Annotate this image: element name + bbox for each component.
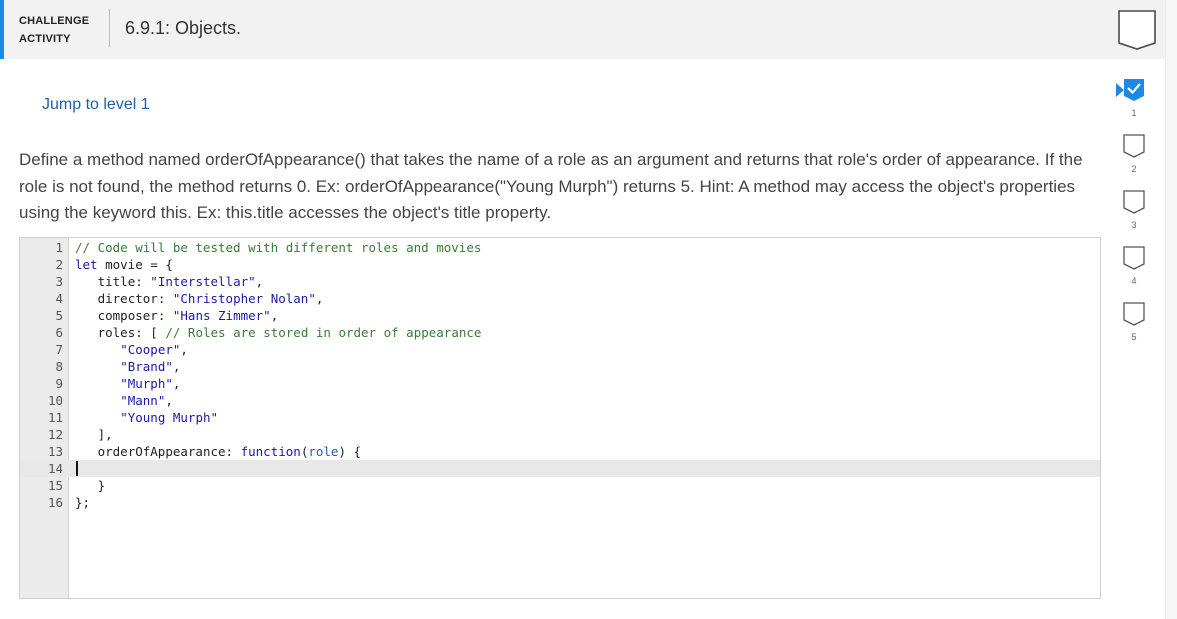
level-current-check-icon: [1124, 79, 1144, 101]
code-text[interactable]: [75, 460, 78, 477]
completion-chevron-icon: [1118, 10, 1156, 50]
line-number: 2: [55, 257, 63, 272]
code-line-14[interactable]: 14: [20, 460, 1100, 477]
code-line-1[interactable]: 1 // Code will be tested with different r…: [20, 239, 1100, 256]
code-text[interactable]: let movie = {: [75, 256, 173, 273]
code-text[interactable]: // Code will be tested with different ro…: [75, 239, 481, 256]
code-text[interactable]: "Young Murph": [75, 409, 218, 426]
right-edge: [1165, 0, 1177, 619]
level-number: 1: [1131, 108, 1137, 118]
code-line-10[interactable]: 10 "Mann",: [20, 392, 1100, 409]
code-line-7[interactable]: 7 "Cooper",: [20, 341, 1100, 358]
code-text[interactable]: "Brand",: [75, 358, 180, 375]
code-text[interactable]: };: [75, 494, 90, 511]
code-text[interactable]: roles: [ // Roles are stored in order of…: [75, 324, 482, 341]
activity-header: CHALLENGE ACTIVITY 6.9.1: Objects.: [0, 0, 1165, 59]
code-text[interactable]: "Murph",: [75, 375, 180, 392]
line-number: 10: [47, 393, 63, 408]
line-number: 14: [47, 461, 63, 476]
line-number: 15: [47, 478, 63, 493]
code-line-4[interactable]: 4 director: "Christopher Nolan",: [20, 290, 1100, 307]
code-line-15[interactable]: 15 }: [20, 477, 1100, 494]
line-number: 1: [55, 240, 63, 255]
code-editor[interactable]: 1 // Code will be tested with different r…: [19, 237, 1101, 599]
line-number: 6: [55, 325, 63, 340]
line-number: 11: [47, 410, 63, 425]
level-number: 3: [1131, 220, 1137, 230]
code-text[interactable]: title: "Interstellar",: [75, 273, 264, 290]
line-number: 4: [55, 291, 63, 306]
line-number: 7: [55, 342, 63, 357]
code-text[interactable]: "Cooper",: [75, 341, 188, 358]
jump-to-level-link[interactable]: Jump to level 1: [42, 96, 150, 114]
line-number: 16: [47, 495, 63, 510]
challenge-activity-label: CHALLENGE ACTIVITY: [19, 12, 101, 48]
activity-title: 6.9.1: Objects.: [125, 18, 242, 38]
level-2-indicator[interactable]: 2: [1119, 134, 1149, 186]
line-number: 8: [55, 359, 63, 374]
code-text[interactable]: director: "Christopher Nolan",: [75, 290, 324, 307]
code-lines: 1 // Code will be tested with different r…: [20, 239, 1100, 511]
level-3-indicator[interactable]: 3: [1119, 190, 1149, 242]
code-line-16[interactable]: 16};: [20, 494, 1100, 511]
line-number: 5: [55, 308, 63, 323]
text-cursor: [76, 461, 78, 476]
code-line-6[interactable]: 6 roles: [ // Roles are stored in order …: [20, 324, 1100, 341]
level-number: 4: [1131, 276, 1137, 286]
line-number: 3: [55, 274, 63, 289]
level-incomplete-chevron-icon: [1123, 134, 1145, 158]
line-number: 9: [55, 376, 63, 391]
code-line-8[interactable]: 8 "Brand",: [20, 358, 1100, 375]
level-number: 5: [1131, 332, 1137, 342]
level-5-indicator[interactable]: 5: [1119, 302, 1149, 354]
instructions-text: Define a method named orderOfAppearance(…: [19, 150, 1083, 222]
code-text[interactable]: }: [75, 477, 106, 494]
code-line-13[interactable]: 13 orderOfAppearance: function(role) {: [20, 443, 1100, 460]
label-line-2: ACTIVITY: [19, 33, 71, 45]
label-line-1: CHALLENGE: [19, 15, 90, 27]
code-line-12[interactable]: 12 ],: [20, 426, 1100, 443]
level-number: 2: [1131, 164, 1137, 174]
code-line-2[interactable]: 2 let movie = {: [20, 256, 1100, 273]
level-incomplete-chevron-icon: [1123, 190, 1145, 214]
level-4-indicator[interactable]: 4: [1119, 246, 1149, 298]
level-incomplete-chevron-icon: [1123, 246, 1145, 270]
header-divider: [109, 9, 110, 47]
level-1-indicator[interactable]: 1: [1116, 78, 1149, 130]
code-line-5[interactable]: 5 composer: "Hans Zimmer",: [20, 307, 1100, 324]
code-text[interactable]: ],: [75, 426, 113, 443]
line-number: 12: [47, 427, 63, 442]
code-line-3[interactable]: 3 title: "Interstellar",: [20, 273, 1100, 290]
line-number: 13: [47, 444, 63, 459]
code-line-11[interactable]: 11 "Young Murph": [20, 409, 1100, 426]
level-incomplete-chevron-icon: [1123, 302, 1145, 326]
code-text[interactable]: "Mann",: [75, 392, 173, 409]
code-text[interactable]: orderOfAppearance: function(role) {: [75, 443, 361, 460]
code-text[interactable]: composer: "Hans Zimmer",: [75, 307, 279, 324]
code-line-9[interactable]: 9 "Murph",: [20, 375, 1100, 392]
